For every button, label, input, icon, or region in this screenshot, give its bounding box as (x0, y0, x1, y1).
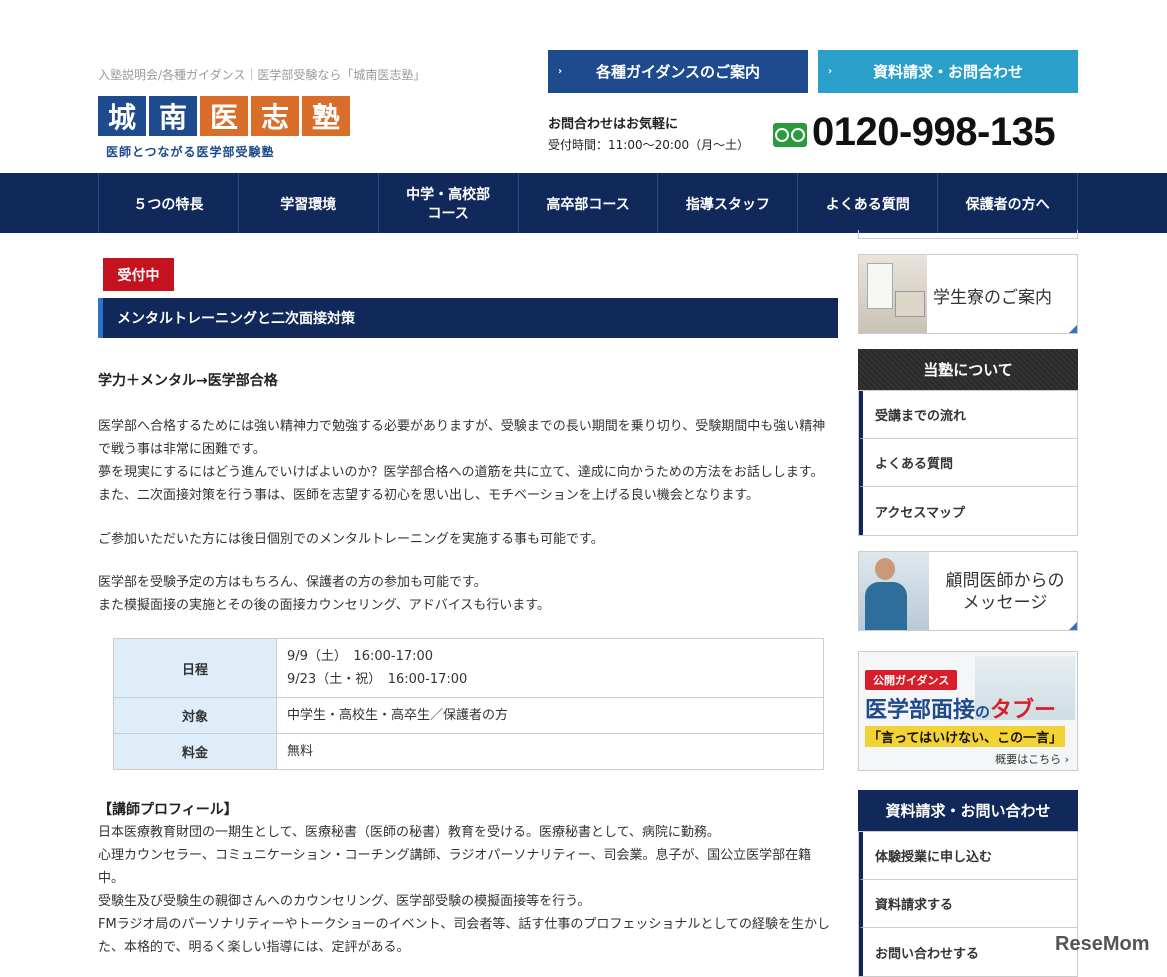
dorm-banner[interactable]: 学生寮のご案内 (858, 254, 1078, 334)
lead-heading: 学力＋メンタル→医学部合格 (98, 373, 278, 389)
logo-char: 医 (200, 96, 248, 136)
taboo-title: 医学部面接のタブー (865, 692, 1056, 724)
logo-char: 南 (149, 96, 197, 136)
text-line: 日本医療教育財団の一期生として、医療秘書（医師の秘書）教育を受ける。医療秘書とし… (98, 825, 720, 840)
logo-char: 城 (98, 96, 146, 136)
text-line: た、本格的で、明るく楽しい指導には、定評がある。 (98, 940, 410, 955)
text-line: ご参加いただいた方には後日個別でのメンタルトレーニングを実施する事も可能です。 (98, 532, 604, 547)
logo-subtitle: 医師とつながる医学部受験塾 (106, 145, 275, 159)
text-line: で戦う事は非常に困難です。 (98, 442, 266, 457)
phone-number[interactable]: 0120-998-135 (812, 110, 1056, 155)
sidebar-item-flow[interactable]: 受講までの流れ (859, 391, 1077, 439)
text-line: 夢を現実にするにはどう進んでいけばよいのか？医学部合格への道筋を共に立て、達成に… (98, 465, 824, 480)
global-nav: ５つの特長 学習環境 中学・高校部 コース 高卒部コース 指導スタッフ よくある… (0, 173, 1167, 233)
status-badge: 受付中 (103, 258, 174, 291)
schedule-label: 日程 (113, 638, 277, 698)
contact-title: お問合わせはお気軽に (548, 117, 679, 132)
text-line: 顧問医師からの (945, 571, 1065, 591)
interview-taboo-banner[interactable]: 公開ガイダンス 医学部面接のタブー 「言ってはいけない、この一言」 概要はこちら… (858, 651, 1078, 771)
about-heading: 当塾について (858, 349, 1078, 390)
free-dial-icon (773, 123, 807, 147)
schedule-value: 9/9（土） 16:00-17:00 9/23（土・祝） 16:00-17:00 (276, 638, 824, 698)
text-line: また、二次面接対策を行う事は、医師を志望する初心を思い出し、モチベーションを上げ… (98, 488, 760, 503)
intro-paragraph: 医学部へ合格するためには強い精神力で勉強する必要がありますが、受験までの長い期間… (98, 415, 838, 507)
sidebar-item-faq[interactable]: よくある質問 (859, 439, 1077, 487)
participation-paragraph: 医学部を受験予定の方はもちろん、保護者の方の参加も可能です。 また模擬面接の実施… (98, 571, 838, 617)
fee-label: 料金 (113, 733, 277, 770)
nav-item-graduate-course[interactable]: 高卒部コース (517, 173, 658, 233)
schedule-date: 9/9（土） 16:00-17:00 (287, 649, 434, 664)
sidebar-item-access-map[interactable]: アクセスマップ (859, 487, 1077, 535)
target-value: 中学生・高校生・高卒生／保護者の方 (276, 697, 824, 734)
advisor-banner-text: 顧問医師からの メッセージ (935, 570, 1075, 614)
contact-hours: 受付時間：11:00～20:00（月～土） (548, 138, 750, 152)
target-label: 対象 (113, 697, 277, 734)
chevron-right-icon: › (558, 66, 563, 77)
site-logo[interactable]: 城 南 医 志 塾 (98, 96, 350, 136)
text-line: 受験生及び受験生の親御さんへのカウンセリング、医学部受験の模擬面接等を行う。 (98, 894, 591, 909)
text-line: 医学部へ合格するためには強い精神力で勉強する必要がありますが、受験までの長い期間… (98, 419, 826, 434)
text-line: 中。 (98, 871, 125, 886)
schedule-date: 9/23（土・祝） 16:00-17:00 (287, 672, 468, 687)
text-line: 心理カウンセラー、コミュニケーション・コーチング講師、ラジオパーソナリティー、司… (98, 848, 812, 863)
nav-item-environment[interactable]: 学習環境 (237, 173, 378, 233)
taboo-title-part: タブー (990, 698, 1057, 723)
mental-training-paragraph: ご参加いただいた方には後日個別でのメンタルトレーニングを実施する事も可能です。 (98, 528, 838, 551)
nav-item-junior-high-course[interactable]: 中学・高校部 コース (377, 173, 518, 233)
dorm-banner-text: 学生寮のご案内 (933, 288, 1052, 308)
profile-heading: 【講師プロフィール】 (98, 802, 238, 818)
site-tagline: 入塾説明会/各種ガイダンス｜医学部受験なら「城南医志塾」 (98, 68, 426, 82)
chevron-right-icon: › (828, 66, 833, 77)
profile-text: 日本医療教育財団の一期生として、医療秘書（医師の秘書）教育を受ける。医療秘書とし… (98, 821, 838, 959)
overview-link[interactable]: 概要はこちら › (995, 751, 1069, 767)
request-list: 体験授業に申し込む 資料請求する お問い合わせする (858, 831, 1078, 977)
taboo-quote: 「言ってはいけない、この一言」 (865, 726, 1066, 747)
logo-char: 志 (251, 96, 299, 136)
guidance-button[interactable]: › 各種ガイダンスのご案内 (548, 50, 808, 93)
text-line: メッセージ (962, 593, 1048, 613)
fee-value: 無料 (276, 733, 824, 770)
text-line: FMラジオ局のパーソナリティーやトークショーのイベント、司会者等、話す仕事のプロ… (98, 917, 831, 932)
nav-item-staff[interactable]: 指導スタッフ (657, 173, 797, 233)
table-row: 対象 中学生・高校生・高卒生／保護者の方 (113, 697, 824, 734)
page-title: メンタルトレーニングと二次面接対策 (98, 298, 838, 338)
dorm-photo (859, 255, 927, 333)
about-list: 受講までの流れ よくある質問 アクセスマップ (858, 390, 1078, 536)
guidance-button-label: 各種ガイダンスのご案内 (595, 63, 761, 81)
taboo-title-part: の (975, 703, 991, 721)
doctor-photo (859, 552, 929, 630)
table-row: 日程 9/9（土） 16:00-17:00 9/23（土・祝） 16:00-17… (113, 638, 824, 698)
sidebar-item-contact[interactable]: お問い合わせする (859, 928, 1077, 976)
table-row: 料金 無料 (113, 733, 824, 770)
text-line: また模擬面接の実施とその後の面接カウンセリング、アドバイスも行います。 (98, 598, 551, 613)
nav-item-faq[interactable]: よくある質問 (797, 173, 937, 233)
taboo-title-part: 医学部面接 (865, 698, 976, 723)
nav-item-label: 中学・高校部 コース (406, 187, 491, 222)
event-info-table: 日程 9/9（土） 16:00-17:00 9/23（土・祝） 16:00-17… (113, 638, 824, 770)
public-guidance-tag: 公開ガイダンス (865, 670, 958, 690)
resemom-watermark: ReseMom (1055, 933, 1150, 955)
nav-item-features[interactable]: ５つの特長 (98, 173, 238, 233)
request-button[interactable]: › 資料請求・お問合わせ (818, 50, 1078, 93)
request-heading: 資料請求・お問い合わせ (858, 790, 1078, 831)
previous-banner-edge (858, 230, 1078, 239)
request-button-label: 資料請求・お問合わせ (872, 63, 1023, 81)
logo-char: 塾 (302, 96, 350, 136)
text-line: 医学部を受験予定の方はもちろん、保護者の方の参加も可能です。 (98, 575, 487, 590)
sidebar-item-trial-lesson[interactable]: 体験授業に申し込む (859, 832, 1077, 880)
nav-item-parents[interactable]: 保護者の方へ (937, 173, 1079, 233)
advisor-message-banner[interactable]: 顧問医師からの メッセージ (858, 551, 1078, 631)
sidebar-item-request-materials[interactable]: 資料請求する (859, 880, 1077, 928)
